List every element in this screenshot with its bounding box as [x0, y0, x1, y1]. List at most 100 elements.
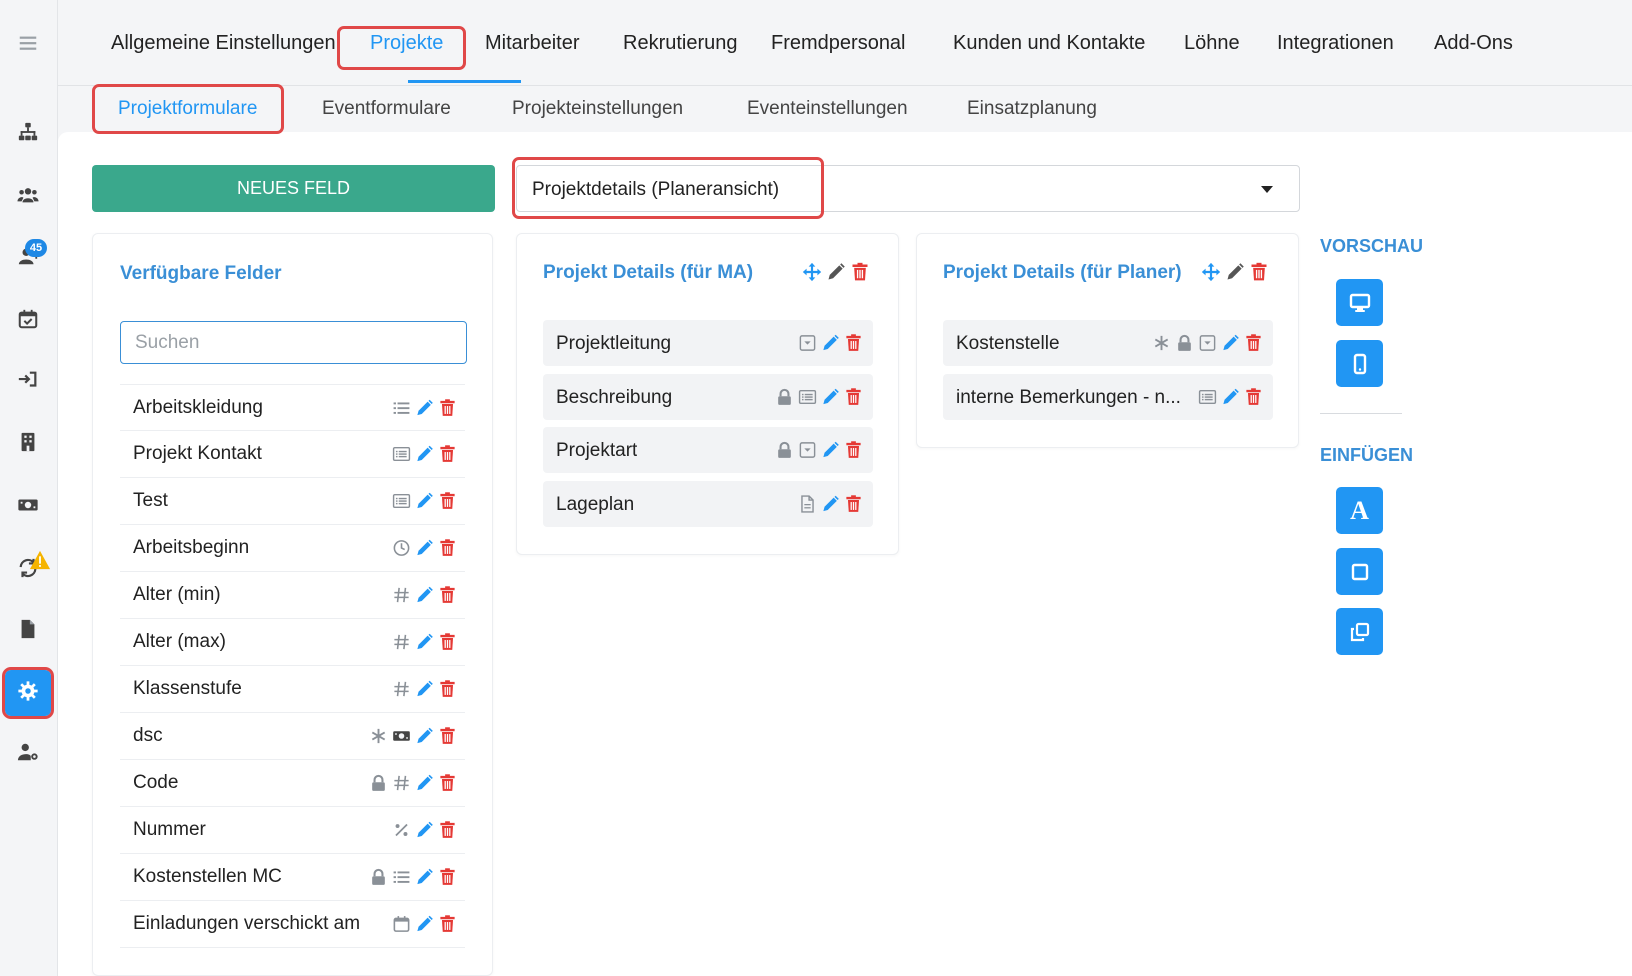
sidebar-item-sign-in[interactable] [5, 359, 51, 405]
form-field-row[interactable]: interne Bemerkungen - n... [943, 373, 1273, 420]
subtab-einsatzplanung[interactable]: Einsatzplanung [967, 98, 1097, 120]
trash-icon[interactable] [844, 334, 863, 353]
available-field-row[interactable]: Alter (min) [120, 572, 465, 619]
tab-add-ons[interactable]: Add-Ons [1434, 32, 1513, 55]
sub-navigation: Projektformulare Eventformulare Projektein… [58, 86, 1632, 134]
trash-icon[interactable] [438, 821, 457, 840]
dropdown-icon [798, 441, 817, 460]
sidebar-item-money[interactable] [5, 484, 51, 530]
pencil-icon[interactable] [415, 492, 434, 511]
pencil-icon[interactable] [415, 398, 434, 417]
available-field-row[interactable]: Einladungen verschickt am [120, 901, 465, 948]
trash-icon[interactable] [438, 774, 457, 793]
available-field-row[interactable]: Kostenstellen MC [120, 854, 465, 901]
sidebar-item-building[interactable] [5, 421, 51, 467]
insert-box-button[interactable] [1336, 548, 1383, 595]
trash-icon[interactable] [438, 680, 457, 699]
pencil-icon[interactable] [1221, 387, 1240, 406]
available-field-row[interactable]: Projekt Kontakt [120, 431, 465, 478]
available-field-row[interactable]: Klassenstufe [120, 666, 465, 713]
tab-löhne[interactable]: Löhne [1184, 32, 1240, 55]
pencil-icon[interactable] [415, 586, 434, 605]
sidebar-item-calendar-check[interactable] [5, 298, 51, 344]
trash-icon[interactable] [438, 398, 457, 417]
trash-icon[interactable] [438, 633, 457, 652]
available-field-row[interactable]: Code [120, 760, 465, 807]
subtab-eventeinstellungen[interactable]: Eventeinstellungen [747, 98, 908, 120]
sidebar-item-sitemap[interactable] [5, 111, 51, 157]
form-field-row[interactable]: Projektart [543, 427, 873, 473]
tab-allgemeine-einstellungen[interactable]: Allgemeine Einstellungen [111, 32, 336, 55]
trash-icon[interactable] [438, 868, 457, 887]
sidebar-item-add-user[interactable]: 45 [5, 235, 51, 281]
trash-icon[interactable] [844, 441, 863, 460]
pencil-dark-icon[interactable] [1225, 262, 1245, 282]
form-field-row[interactable]: Kostenstelle [943, 320, 1273, 366]
search-input[interactable] [120, 321, 467, 364]
pencil-icon[interactable] [415, 445, 434, 464]
insert-text-button[interactable]: A [1336, 487, 1383, 534]
pencil-icon[interactable] [415, 633, 434, 652]
pencil-icon[interactable] [821, 494, 840, 513]
new-field-button[interactable]: NEUES FELD [92, 165, 495, 212]
trash-icon[interactable] [1244, 334, 1263, 353]
trash-icon[interactable] [844, 494, 863, 513]
sidebar-item-users[interactable] [5, 174, 51, 220]
clock-icon [392, 539, 411, 558]
tab-rekrutierung[interactable]: Rekrutierung [623, 32, 738, 55]
tab-mitarbeiter[interactable]: Mitarbeiter [485, 32, 579, 55]
pencil-dark-icon[interactable] [826, 262, 846, 282]
available-field-row[interactable]: Test [120, 478, 465, 525]
trash-icon[interactable] [1244, 387, 1263, 406]
trash-icon[interactable] [1249, 262, 1269, 282]
field-icons [775, 441, 863, 460]
insert-group-button[interactable] [1336, 608, 1383, 655]
tab-kunden-und-kontakte[interactable]: Kunden und Kontakte [953, 32, 1145, 55]
available-field-row[interactable]: Nummer [120, 807, 465, 854]
pencil-icon[interactable] [415, 915, 434, 934]
side-divider [1320, 413, 1402, 414]
mobile-preview-button[interactable] [1336, 340, 1383, 387]
tab-integrationen[interactable]: Integrationen [1277, 32, 1394, 55]
pencil-icon[interactable] [415, 774, 434, 793]
form-select[interactable]: Projektdetails (Planeransicht) [516, 165, 1300, 212]
trash-icon[interactable] [438, 539, 457, 558]
trash-icon[interactable] [438, 727, 457, 746]
pencil-icon[interactable] [821, 441, 840, 460]
field-label: Code [133, 772, 179, 793]
pencil-icon[interactable] [1221, 334, 1240, 353]
pencil-icon[interactable] [415, 868, 434, 887]
pencil-icon[interactable] [415, 727, 434, 746]
move-icon[interactable] [802, 262, 822, 282]
trash-icon[interactable] [438, 586, 457, 605]
move-icon[interactable] [1201, 262, 1221, 282]
pencil-icon[interactable] [415, 821, 434, 840]
form-field-row[interactable]: Projektleitung [543, 320, 873, 366]
tab-projekte[interactable]: Projekte [370, 32, 443, 55]
available-field-row[interactable]: Arbeitsbeginn [120, 525, 465, 572]
subtab-projektformulare[interactable]: Projektformulare [118, 98, 257, 120]
tab-fremdpersonal[interactable]: Fremdpersonal [771, 32, 906, 55]
sidebar-item-gear[interactable] [2, 667, 54, 719]
pencil-icon[interactable] [821, 387, 840, 406]
pencil-icon[interactable] [415, 539, 434, 558]
sidebar-item-user-cog[interactable] [5, 731, 51, 777]
trash-icon[interactable] [850, 262, 870, 282]
form-field-row[interactable]: Beschreibung [543, 373, 873, 420]
pencil-icon[interactable] [415, 680, 434, 699]
subtab-projekteinstellungen[interactable]: Projekteinstellungen [512, 98, 683, 120]
pencil-icon[interactable] [821, 334, 840, 353]
trash-icon[interactable] [438, 915, 457, 934]
available-field-row[interactable]: dsc [120, 713, 465, 760]
desktop-preview-button[interactable] [1336, 279, 1383, 326]
form-field-row[interactable]: Lageplan [543, 480, 873, 527]
sidebar-item-sync[interactable] [5, 547, 51, 593]
sidebar-item-file[interactable] [5, 608, 51, 654]
trash-icon[interactable] [438, 445, 457, 464]
sidebar-item-menu[interactable] [5, 22, 51, 68]
trash-icon[interactable] [438, 492, 457, 511]
available-field-row[interactable]: Alter (max) [120, 619, 465, 666]
subtab-eventformulare[interactable]: Eventformulare [322, 98, 451, 120]
trash-icon[interactable] [844, 387, 863, 406]
available-field-row[interactable]: Arbeitskleidung [120, 384, 465, 431]
